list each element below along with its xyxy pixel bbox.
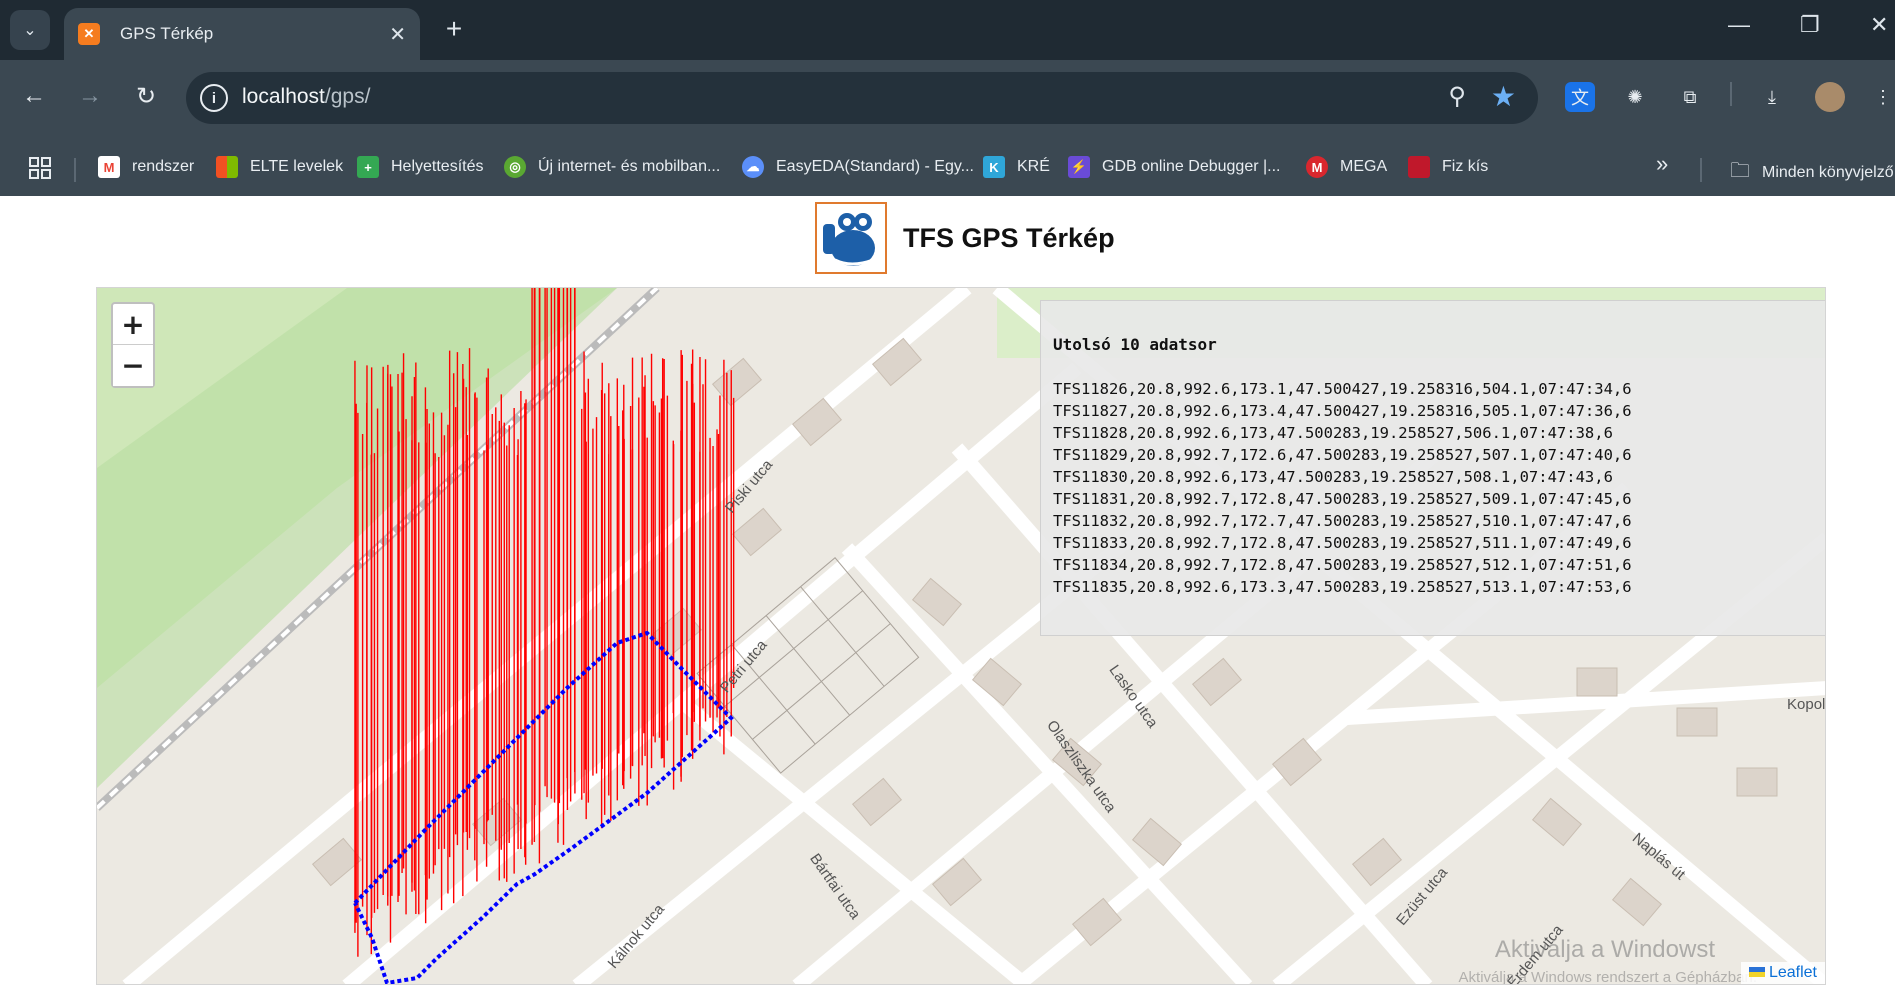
profile-avatar[interactable] <box>1815 82 1845 112</box>
microsoft-icon <box>216 156 238 178</box>
data-row: TFS11830,20.8,992.6,173,47.500283,19.258… <box>1053 468 1613 486</box>
page-body: TFS GPS Térkép Piski utca Petri utca Bár… <box>0 196 1895 988</box>
close-tab-icon[interactable]: ✕ <box>389 22 406 47</box>
plus-icon: + <box>357 156 379 178</box>
mega-icon: M <box>1306 156 1328 178</box>
windows-watermark: Aktiválja a Windowst <box>1494 936 1715 963</box>
url-path: /gps/ <box>324 85 371 108</box>
bookmark-bank[interactable]: ◎ Új internet- és mobilban... <box>504 156 720 178</box>
data-row: TFS11833,20.8,992.7,172.8,47.500283,19.2… <box>1053 534 1632 552</box>
zoom-out-button[interactable]: − <box>113 345 153 386</box>
tab-strip: ⌄ ✕ GPS Térkép ✕ + — ❐ ✕ <box>0 0 1895 60</box>
map-container[interactable]: Piski utca Petri utca Bártfai utca Kálno… <box>96 287 1826 985</box>
chevron-down-icon: ⌄ <box>23 22 37 39</box>
bookmarks-bar: Mrendszer ELTE levelek + Helyettesítés ◎ Ú… <box>0 136 1895 196</box>
data-row: TFS11826,20.8,992.6,173.1,47.500427,19.2… <box>1053 380 1632 398</box>
apps-icon[interactable] <box>28 156 52 180</box>
bookmark-star-icon[interactable]: ★ <box>1491 80 1516 113</box>
back-icon[interactable]: ← <box>14 76 54 116</box>
tab-gps[interactable]: ✕ GPS Térkép ✕ <box>64 8 420 60</box>
data-row: TFS11827,20.8,992.6,173.4,47.500427,19.2… <box>1053 402 1632 420</box>
folder-icon: 🗀 <box>1730 160 1750 182</box>
cloud-icon: ☁ <box>742 156 764 178</box>
data-row: TFS11834,20.8,992.7,172.8,47.500283,19.2… <box>1053 556 1632 574</box>
bookmark-kre[interactable]: K KRÉ <box>983 156 1050 178</box>
bookmark-rendszer[interactable]: Mrendszer <box>98 156 194 178</box>
windows-watermark-sub: Aktiválja a Windows rendszert a Gépházba… <box>1458 969 1757 985</box>
forward-icon[interactable]: → <box>70 76 110 116</box>
frog-logo-icon <box>815 202 887 274</box>
new-tab-button[interactable]: + <box>438 14 470 46</box>
minimize-icon[interactable]: — <box>1728 12 1750 38</box>
tab-search-button[interactable]: ⌄ <box>10 10 50 50</box>
all-bookmarks-folder[interactable]: 🗀 Minden könyvjelző <box>1730 156 1894 190</box>
translate-icon[interactable]: 文 <box>1565 82 1595 112</box>
url-host: localhost <box>242 85 325 108</box>
zoom-in-button[interactable]: + <box>113 304 153 345</box>
street-label: Kopol <box>1787 696 1826 713</box>
page-header: TFS GPS Térkép <box>815 202 1115 274</box>
browser-toolbar: ← → ↻ i localhost/gps/ ⚲ ★ 文 ✺ ⧉ ⤓ ⋮ Mre… <box>0 60 1895 196</box>
bookmark-helyettesites[interactable]: + Helyettesítés <box>357 156 483 178</box>
ukraine-flag-icon <box>1748 967 1765 977</box>
bookmark-elte[interactable]: ELTE levelek <box>216 156 343 178</box>
menu-icon[interactable]: ⋮ <box>1868 82 1895 112</box>
data-row: TFS11832,20.8,992.7,172.7,47.500283,19.2… <box>1053 512 1632 530</box>
data-panel: Utolsó 10 adatsor TFS11826,20.8,992.6,17… <box>1040 300 1825 636</box>
site-info-icon[interactable]: i <box>200 84 228 112</box>
data-row: TFS11828,20.8,992.6,173,47.500283,19.258… <box>1053 424 1613 442</box>
extensions-icon[interactable]: ⧉ <box>1675 82 1705 112</box>
bookmark-easyeda[interactable]: ☁ EasyEDA(Standard) - Egy... <box>742 156 974 178</box>
data-row: TFS11831,20.8,992.7,172.8,47.500283,19.2… <box>1053 490 1632 508</box>
bookmark-fiz[interactable]: Fiz kís <box>1408 156 1488 178</box>
tab-title: GPS Térkép <box>120 24 214 43</box>
bookmark-gdb[interactable]: ⚡ GDB online Debugger |... <box>1068 156 1280 178</box>
close-window-icon[interactable]: ✕ <box>1870 12 1888 38</box>
chatgpt-icon[interactable]: ✺ <box>1620 82 1650 112</box>
panel-heading: Utolsó 10 adatsor <box>1053 335 1217 354</box>
reload-icon[interactable]: ↻ <box>126 76 166 116</box>
more-bookmarks-icon[interactable]: » <box>1656 151 1668 177</box>
zoom-icon[interactable]: ⚲ <box>1448 82 1466 111</box>
fiz-icon <box>1408 156 1430 178</box>
xampp-icon: ✕ <box>78 23 100 45</box>
bank-icon: ◎ <box>504 156 526 178</box>
data-row: TFS11829,20.8,992.7,172.6,47.500283,19.2… <box>1053 446 1632 464</box>
data-row: TFS11835,20.8,992.6,173.3,47.500283,19.2… <box>1053 578 1632 596</box>
leaflet-attribution[interactable]: Leaflet <box>1740 962 1825 984</box>
k-icon: K <box>983 156 1005 178</box>
page-title: TFS GPS Térkép <box>903 222 1115 253</box>
zoom-control: + − <box>111 302 155 388</box>
gmail-icon: M <box>98 156 120 178</box>
bolt-icon: ⚡ <box>1068 156 1090 178</box>
restore-icon[interactable]: ❐ <box>1800 12 1820 38</box>
download-icon[interactable]: ⤓ <box>1757 82 1787 112</box>
bookmark-mega[interactable]: M MEGA <box>1306 156 1387 178</box>
address-bar[interactable]: i localhost/gps/ ⚲ ★ <box>186 72 1538 124</box>
